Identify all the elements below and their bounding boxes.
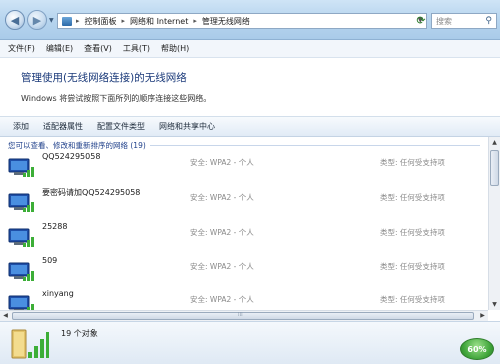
vertical-scrollbar[interactable]: ▲ ▼ (488, 137, 500, 310)
network-name: 509 (42, 256, 58, 265)
profile-types-button[interactable]: 配置文件类型 (97, 121, 145, 132)
network-type: 类型: 任何受支持项 (380, 228, 445, 237)
wireless-network-icon (8, 295, 34, 310)
network-security: 安全: WPA2 - 个人 (190, 228, 254, 237)
breadcrumb-manage-wireless[interactable]: 管理无线网络 (202, 16, 250, 27)
scroll-left-icon[interactable]: ◀ (0, 311, 11, 321)
menu-tools[interactable]: 工具(T) (123, 43, 150, 54)
list-item[interactable]: xinyang 安全: WPA2 - 个人 类型: 任何受支持项 (0, 287, 488, 310)
network-list: 您可以查看、修改和重新排序的网络 (19) QQ524295058 安全: WP… (0, 137, 488, 310)
back-button[interactable]: ◀ (5, 10, 25, 30)
network-name: 要密码请加QQ524295058 (42, 188, 141, 197)
network-security: 安全: WPA2 - 个人 (190, 193, 254, 202)
wireless-network-icon (8, 158, 34, 177)
address-bar[interactable]: ▸ 控制面板 ▸ 网络和 Internet ▸ 管理无线网络 ▼ (57, 13, 427, 29)
progress-badge: 60% (460, 338, 494, 360)
command-bar: 添加 适配器属性 配置文件类型 网络和共享中心 (0, 116, 500, 137)
vertical-scroll-thumb[interactable] (490, 150, 499, 186)
network-type: 类型: 任何受支持项 (380, 158, 445, 167)
network-type: 类型: 任何受支持项 (380, 193, 445, 202)
breadcrumb-separator[interactable]: ▸ (193, 17, 197, 25)
list-item[interactable]: 509 安全: WPA2 - 个人 类型: 任何受支持项 (0, 254, 488, 288)
group-divider (150, 145, 480, 146)
wireless-network-icon (8, 228, 34, 247)
breadcrumb-network-internet[interactable]: 网络和 Internet (130, 16, 188, 27)
scroll-up-icon[interactable]: ▲ (489, 137, 500, 148)
menu-help[interactable]: 帮助(H) (161, 43, 189, 54)
search-input[interactable]: 搜索 ⚲ (431, 13, 497, 29)
network-security: 安全: WPA2 - 个人 (190, 262, 254, 271)
page-title: 管理使用(无线网络连接)的无线网络 (21, 72, 187, 84)
object-count: 19 个对象 (61, 329, 98, 338)
breadcrumb-control-panel[interactable]: 控制面板 (85, 16, 117, 27)
breadcrumb-separator[interactable]: ▸ (122, 17, 126, 25)
menu-edit[interactable]: 编辑(E) (46, 43, 73, 54)
page-description: Windows 将尝试按照下面所列的顺序连接这些网络。 (21, 94, 212, 103)
horizontal-scroll-thumb[interactable] (12, 312, 474, 320)
forward-button[interactable]: ▶ (27, 10, 47, 30)
recent-pages-dropdown[interactable]: ▼ (49, 17, 54, 24)
network-name: xinyang (42, 289, 74, 298)
horizontal-scrollbar[interactable]: ◀ ⁞⁞⁞ ▶ (0, 310, 488, 321)
network-security: 安全: WPA2 - 个人 (190, 158, 254, 167)
search-placeholder: 搜索 (436, 16, 452, 26)
menu-bar: 文件(F) 编辑(E) 查看(V) 工具(T) 帮助(H) (0, 40, 500, 58)
arrow-right-icon: ▶ (32, 13, 42, 27)
details-pane: 19 个对象 (0, 321, 500, 364)
list-item[interactable]: 25288 安全: WPA2 - 个人 类型: 任何受支持项 (0, 220, 488, 254)
refresh-button[interactable]: ⟳ (414, 14, 428, 28)
add-button[interactable]: 添加 (13, 121, 29, 132)
network-name: 25288 (42, 222, 68, 231)
control-panel-icon (62, 16, 72, 26)
scroll-right-icon[interactable]: ▶ (477, 311, 488, 321)
list-item[interactable]: 要密码请加QQ524295058 安全: WPA2 - 个人 类型: 任何受支持… (0, 185, 488, 219)
breadcrumb-separator[interactable]: ▸ (76, 17, 80, 25)
wireless-network-icon (8, 193, 34, 212)
adapter-properties-button[interactable]: 适配器属性 (43, 121, 83, 132)
network-security: 安全: WPA2 - 个人 (190, 295, 254, 304)
network-sharing-center-button[interactable]: 网络和共享中心 (159, 121, 215, 132)
network-type: 类型: 任何受支持项 (380, 262, 445, 271)
arrow-left-icon: ◀ (10, 13, 20, 27)
menu-view[interactable]: 查看(V) (84, 43, 112, 54)
wireless-network-icon (8, 262, 34, 281)
scroll-down-icon[interactable]: ▼ (489, 299, 500, 310)
network-type: 类型: 任何受支持项 (380, 295, 445, 304)
network-name: QQ524295058 (42, 152, 101, 161)
search-icon[interactable]: ⚲ (485, 16, 492, 26)
header-pane: 管理使用(无线网络连接)的无线网络 Windows 将尝试按照下面所列的顺序连接… (0, 58, 500, 116)
menu-file[interactable]: 文件(F) (8, 43, 35, 54)
scroll-grip-icon: ⁞⁞⁞ (238, 312, 243, 318)
wireless-signal-icon (11, 329, 49, 359)
list-item[interactable]: QQ524295058 安全: WPA2 - 个人 类型: 任何受支持项 (0, 150, 488, 184)
address-toolbar: ◀ ▶ ▼ ▸ 控制面板 ▸ 网络和 Internet ▸ 管理无线网络 ▼ ⟳… (0, 0, 500, 40)
